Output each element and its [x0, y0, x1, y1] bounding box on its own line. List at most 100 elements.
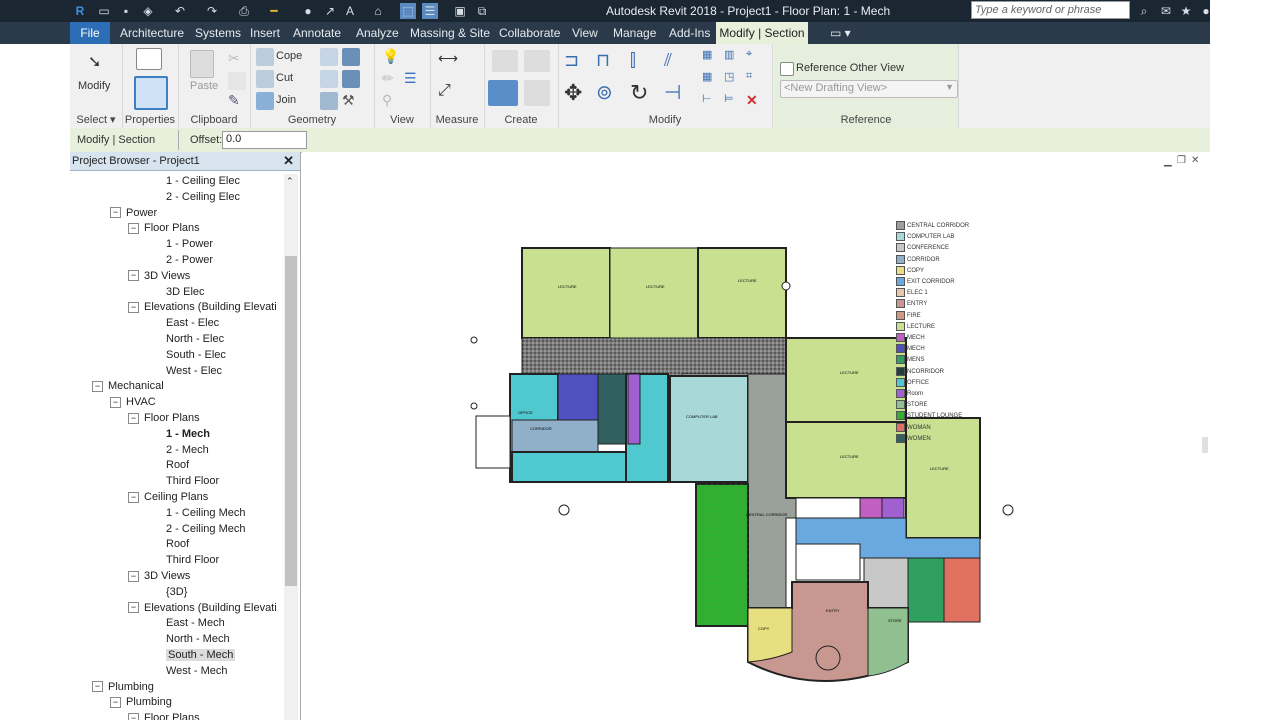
room-office-row[interactable]: [511, 451, 631, 483]
browser-node[interactable]: − Floor Plans: [128, 222, 200, 237]
extend-icon[interactable]: ⊨: [724, 92, 742, 110]
room-lecture-5[interactable]: [785, 421, 907, 499]
copy-icon[interactable]: ⊚: [596, 80, 622, 106]
section-marker[interactable]: [470, 402, 478, 410]
browser-node[interactable]: − Power: [110, 207, 157, 222]
trim-icon[interactable]: ⊢: [702, 92, 720, 110]
copy-clipboard-icon[interactable]: [228, 72, 246, 90]
collapse-toggle-icon[interactable]: −: [92, 681, 103, 693]
search-icon[interactable]: ⌕: [1136, 3, 1152, 19]
browser-node[interactable]: South - Elec: [166, 349, 226, 364]
browser-node[interactable]: North - Elec: [166, 333, 224, 348]
camera-dropdown-icon[interactable]: ▭ ▾: [830, 22, 851, 44]
browser-node[interactable]: 2 - Mech: [166, 444, 209, 459]
room-woman[interactable]: [943, 557, 981, 623]
open-icon[interactable]: ▭: [96, 3, 112, 19]
collapse-toggle-icon[interactable]: −: [110, 396, 121, 408]
browser-node[interactable]: East - Elec: [166, 317, 219, 332]
browser-node[interactable]: − Elevations (Building Elevati: [128, 301, 277, 316]
tag-icon[interactable]: ●: [300, 3, 316, 19]
browser-node[interactable]: 1 - Ceiling Elec: [166, 175, 240, 190]
browser-node[interactable]: Third Floor: [166, 554, 219, 569]
collapse-toggle-icon[interactable]: −: [128, 301, 139, 313]
cut-geometry-icon[interactable]: [256, 70, 274, 88]
modify-button[interactable]: Modify: [78, 80, 110, 92]
collapse-toggle-icon[interactable]: −: [128, 412, 139, 424]
browser-node[interactable]: {3D}: [166, 586, 187, 601]
room-mech-purple[interactable]: [859, 497, 883, 519]
browser-node[interactable]: 2 - Ceiling Elec: [166, 191, 240, 206]
create-similar-icon[interactable]: [524, 80, 550, 106]
wall-joins-icon[interactable]: [320, 70, 338, 88]
room-purple[interactable]: [627, 373, 641, 445]
tab-manage[interactable]: Manage: [613, 22, 656, 44]
cut-button[interactable]: Cut: [276, 72, 293, 84]
browser-node[interactable]: Roof: [166, 538, 189, 553]
redo-icon[interactable]: ↷: [204, 3, 220, 19]
collapse-toggle-icon[interactable]: −: [128, 602, 139, 614]
browser-node[interactable]: − HVAC: [110, 396, 156, 411]
room-corridor-left[interactable]: [511, 419, 599, 453]
undo-icon[interactable]: ↶: [172, 3, 188, 19]
offset-input[interactable]: 0.0: [222, 131, 307, 149]
elevation-marker[interactable]: [1002, 504, 1014, 516]
scroll-thumb[interactable]: [285, 256, 297, 586]
collapse-toggle-icon[interactable]: −: [110, 696, 121, 708]
room-lecture-1[interactable]: [521, 247, 611, 339]
split-element-icon[interactable]: ▦: [702, 48, 720, 66]
browser-node[interactable]: −3D Views: [128, 270, 190, 285]
split-face-icon[interactable]: [320, 48, 338, 66]
browser-node[interactable]: West - Mech: [166, 665, 228, 680]
browser-node[interactable]: − Floor Plans: [128, 412, 200, 427]
cut-clipboard-icon[interactable]: ✂: [228, 50, 246, 68]
move-icon[interactable]: ✥: [564, 80, 590, 106]
tab-view[interactable]: View: [572, 22, 598, 44]
collapse-toggle-icon[interactable]: −: [128, 570, 139, 582]
create-assembly-icon[interactable]: [492, 50, 518, 72]
close-hidden-icon[interactable]: ▣: [452, 3, 468, 19]
join-icon[interactable]: [256, 92, 274, 110]
measure-between-icon[interactable]: ⟷: [438, 50, 468, 68]
room-computer-lab[interactable]: [669, 375, 749, 483]
cursor-icon[interactable]: ➘: [88, 52, 106, 71]
hammer-icon[interactable]: ⚒: [342, 92, 360, 110]
text-icon[interactable]: A: [342, 3, 358, 19]
split-gap-icon[interactable]: ▥: [724, 48, 742, 66]
browser-scrollbar[interactable]: ⌃: [284, 174, 298, 720]
browser-node[interactable]: 1 - Ceiling Mech: [166, 507, 245, 522]
collapse-toggle-icon[interactable]: −: [92, 380, 103, 392]
section-icon[interactable]: ⬚: [400, 3, 416, 19]
paint-icon[interactable]: [342, 48, 360, 66]
search-input[interactable]: Type a keyword or phrase: [971, 1, 1130, 19]
tab-collaborate[interactable]: Collaborate: [499, 22, 560, 44]
linework-icon[interactable]: ⚲: [382, 92, 400, 110]
unpin-icon[interactable]: ⌗: [746, 70, 764, 88]
tab-massing-site[interactable]: Massing & Site: [410, 22, 490, 44]
browser-node[interactable]: 2 - Power: [166, 254, 213, 269]
aligned-dimension-icon[interactable]: ⤢: [438, 82, 468, 100]
tab-annotate[interactable]: Annotate: [293, 22, 341, 44]
elevation-marker[interactable]: [781, 281, 791, 291]
collapse-toggle-icon[interactable]: −: [128, 491, 139, 503]
room-lecture-4[interactable]: [785, 337, 907, 423]
paste-icon[interactable]: [190, 50, 214, 78]
room-copy[interactable]: [747, 607, 793, 663]
match-properties-icon[interactable]: ✎: [228, 92, 246, 110]
browser-node[interactable]: −3D Views: [128, 570, 190, 585]
hide-icon[interactable]: 💡: [382, 48, 400, 66]
browser-node[interactable]: East - Mech: [166, 617, 225, 632]
browser-node[interactable]: 2 - Ceiling Mech: [166, 523, 245, 538]
type-properties-icon[interactable]: [136, 48, 162, 70]
select-dropdown[interactable]: Select ▾: [70, 113, 122, 126]
drawing-area[interactable]: ▁ ❐ ✕ LECTURE LECTURE LECTURE LECTURE LE…: [302, 152, 1210, 720]
collapse-toggle-icon[interactable]: −: [110, 207, 121, 219]
browser-node[interactable]: − Plumbing: [92, 681, 154, 696]
tab-analyze[interactable]: Analyze: [356, 22, 399, 44]
floor-plan[interactable]: LECTURE LECTURE LECTURE LECTURE LECTURE …: [302, 152, 1210, 720]
favorites-star-icon[interactable]: ★: [1178, 3, 1194, 19]
delete-icon[interactable]: ✕: [746, 92, 764, 110]
room-lecture-2[interactable]: [609, 247, 699, 339]
browser-node[interactable]: 1 - Mech: [166, 428, 210, 443]
create-group-icon[interactable]: [488, 80, 518, 106]
trim-extend-icon[interactable]: ⊣: [664, 80, 690, 106]
